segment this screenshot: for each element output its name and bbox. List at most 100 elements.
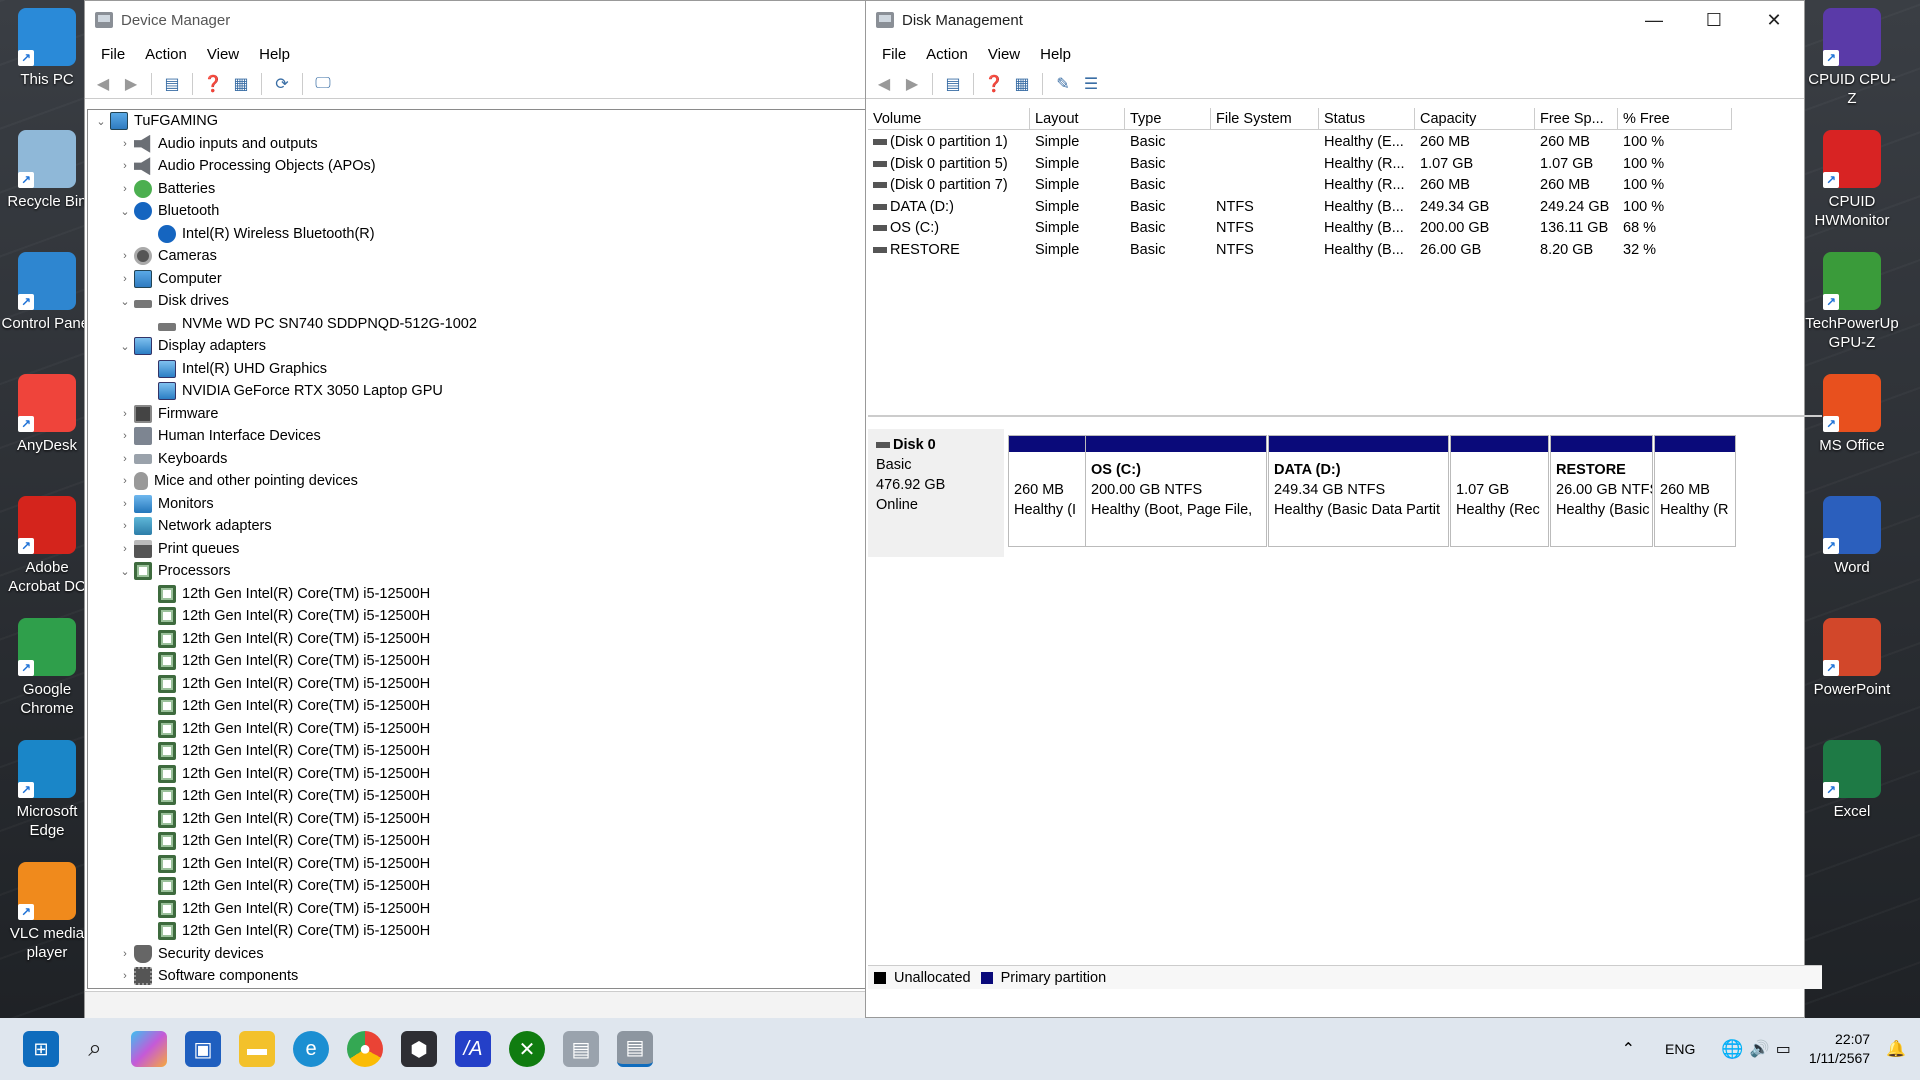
tree-category[interactable]: › Mice and other pointing devices [88, 470, 949, 493]
properties-icon[interactable]: ▦ [229, 73, 253, 95]
forward-arrow-icon[interactable]: ▶ [119, 73, 143, 95]
tree-device[interactable]: 12th Gen Intel(R) Core(TM) i5-12500H [88, 785, 949, 808]
tree-device[interactable]: 12th Gen Intel(R) Core(TM) i5-12500H [88, 605, 949, 628]
left-adobe-acrobat-dc[interactable]: ↗ Adobe Acrobat DC [0, 496, 94, 596]
dm-menu-help[interactable]: Help [1030, 46, 1081, 63]
file-explorer-icon[interactable]: ▬ [239, 1031, 275, 1067]
tree-device[interactable]: 12th Gen Intel(R) Core(TM) i5-12500H [88, 898, 949, 921]
tree-device[interactable]: 12th Gen Intel(R) Core(TM) i5-12500H [88, 583, 949, 606]
tree-category[interactable]: › Print queues [88, 538, 949, 561]
right-techpowerup-gpu-z[interactable]: ↗ TechPowerUp GPU-Z [1805, 252, 1899, 352]
scan-hardware-icon[interactable]: 🖵 [311, 73, 335, 95]
volume-icon[interactable]: 🔊 [1750, 1039, 1770, 1059]
copilot-icon[interactable] [131, 1031, 167, 1067]
volume-row[interactable]: (Disk 0 partition 7) Simple Basic Healthy (… [868, 175, 1732, 196]
col-volume[interactable]: Volume [868, 108, 1030, 129]
tree-category[interactable]: › Firmware [88, 403, 949, 426]
globe-icon[interactable]: 🌐 [1721, 1039, 1743, 1060]
left-control-panel[interactable]: ↗ Control Panel [0, 252, 94, 333]
volume-row[interactable]: RESTORE Simple Basic NTFS Healthy (B... 26.00… [868, 240, 1732, 261]
chevron-down-icon[interactable]: ⌄ [116, 565, 134, 578]
chevron-down-icon[interactable]: ⌄ [92, 115, 110, 128]
tree-category[interactable]: ⌄ Display adapters [88, 335, 949, 358]
tree-category[interactable]: › Audio Processing Objects (APOs) [88, 155, 949, 178]
tree-device[interactable]: 12th Gen Intel(R) Core(TM) i5-12500H [88, 920, 949, 943]
help-icon[interactable]: ❓ [201, 73, 225, 95]
menu-file[interactable]: File [91, 46, 135, 63]
partition-block[interactable]: 260 MB Healthy (I [1008, 435, 1086, 547]
col-type[interactable]: Type [1125, 108, 1211, 129]
partition-block[interactable]: 260 MB Healthy (R [1654, 435, 1736, 547]
dm-help-icon[interactable]: ❓ [982, 73, 1006, 95]
chevron-right-icon[interactable]: › [116, 160, 134, 172]
minimize-icon[interactable]: — [1624, 1, 1684, 39]
tree-category[interactable]: ⌄ Processors [88, 560, 949, 583]
menu-view[interactable]: View [197, 46, 249, 63]
right-cpuid-hwmonitor[interactable]: ↗ CPUID HWMonitor [1805, 130, 1899, 230]
disk-0-label[interactable]: Disk 0 Basic 476.92 GB Online [868, 429, 1004, 557]
col-percent-free[interactable]: % Free [1618, 108, 1732, 129]
chevron-right-icon[interactable]: › [116, 273, 134, 285]
tree-category[interactable]: › Network adapters [88, 515, 949, 538]
tree-device[interactable]: 12th Gen Intel(R) Core(TM) i5-12500H [88, 808, 949, 831]
volume-row[interactable]: (Disk 0 partition 1) Simple Basic Healthy (… [868, 132, 1732, 153]
tree-device[interactable]: NVIDIA GeForce RTX 3050 Laptop GPU [88, 380, 949, 403]
volume-row[interactable]: (Disk 0 partition 5) Simple Basic Healthy (… [868, 154, 1732, 175]
tree-category[interactable]: ⌄ Disk drives [88, 290, 949, 313]
left-google-chrome[interactable]: ↗ Google Chrome [0, 618, 94, 718]
notification-bell-icon[interactable]: 🔔 [1886, 1039, 1906, 1059]
start-button[interactable]: ⊞ [23, 1031, 59, 1067]
col-layout[interactable]: Layout [1030, 108, 1125, 129]
chevron-right-icon[interactable]: › [116, 520, 134, 532]
dm-console-tree-icon[interactable]: ▤ [941, 73, 965, 95]
device-manager-titlebar[interactable]: Device Manager [85, 1, 865, 39]
tree-device[interactable]: 12th Gen Intel(R) Core(TM) i5-12500H [88, 740, 949, 763]
dark-app-icon[interactable]: ⬢ [401, 1031, 437, 1067]
partition-block[interactable]: DATA (D:) 249.34 GB NTFS Healthy (Basic Da… [1268, 435, 1449, 547]
dm-connect-icon[interactable]: ✎ [1051, 73, 1075, 95]
xbox-icon[interactable]: ✕ [509, 1031, 545, 1067]
right-powerpoint[interactable]: ↗ PowerPoint [1805, 618, 1899, 699]
update-driver-icon[interactable]: ⟳ [270, 73, 294, 95]
partition-block[interactable]: 1.07 GB Healthy (Rec [1450, 435, 1549, 547]
chevron-right-icon[interactable]: › [116, 430, 134, 442]
chevron-right-icon[interactable]: › [116, 408, 134, 420]
console-tree-icon[interactable]: ▤ [160, 73, 184, 95]
dm-forward-arrow-icon[interactable]: ▶ [900, 73, 924, 95]
tree-device[interactable]: 12th Gen Intel(R) Core(TM) i5-12500H [88, 718, 949, 741]
partition-block[interactable]: OS (C:) 200.00 GB NTFS Healthy (Boot, Page… [1085, 435, 1267, 547]
col-file-system[interactable]: File System [1211, 108, 1319, 129]
maximize-icon[interactable]: ☐ [1684, 1, 1744, 39]
dm-menu-action[interactable]: Action [916, 46, 978, 63]
tree-category[interactable]: ⌄ Bluetooth [88, 200, 949, 223]
tree-category[interactable]: › Audio inputs and outputs [88, 133, 949, 156]
right-excel[interactable]: ↗ Excel [1805, 740, 1899, 821]
disk-management-titlebar[interactable]: Disk Management — ☐ ✕ [866, 1, 1804, 39]
chevron-right-icon[interactable]: › [116, 183, 134, 195]
right-cpuid-cpu-z[interactable]: ↗ CPUID CPU-Z [1805, 8, 1899, 108]
tree-device[interactable]: Intel(R) Wireless Bluetooth(R) [88, 223, 949, 246]
volume-row[interactable]: DATA (D:) Simple Basic NTFS Healthy (B... 249… [868, 197, 1732, 218]
search-icon[interactable]: ⌕ [77, 1031, 113, 1067]
volume-row[interactable]: OS (C:) Simple Basic NTFS Healthy (B... 200.0… [868, 218, 1732, 239]
tree-device[interactable]: 12th Gen Intel(R) Core(TM) i5-12500H [88, 673, 949, 696]
col-free-space[interactable]: Free Sp... [1535, 108, 1618, 129]
chevron-right-icon[interactable]: › [116, 948, 134, 960]
tree-root[interactable]: ⌄ TuFGAMING [88, 110, 949, 133]
left-this-pc[interactable]: ↗ This PC [0, 8, 94, 89]
chrome-icon[interactable]: ● [347, 1031, 383, 1067]
chevron-right-icon[interactable]: › [116, 498, 134, 510]
clock[interactable]: 22:07 1/11/2567 [1809, 1030, 1870, 1068]
tree-device[interactable]: 12th Gen Intel(R) Core(TM) i5-12500H [88, 650, 949, 673]
disk-management-taskbar-icon[interactable]: ▤ [617, 1031, 653, 1067]
tree-device[interactable]: 12th Gen Intel(R) Core(TM) i5-12500H [88, 628, 949, 651]
left-anydesk[interactable]: ↗ AnyDesk [0, 374, 94, 455]
chevron-right-icon[interactable]: › [116, 250, 134, 262]
dm-properties-icon[interactable]: ▦ [1010, 73, 1034, 95]
language-indicator[interactable]: ENG [1665, 1041, 1695, 1057]
left-microsoft-edge[interactable]: ↗ Microsoft Edge [0, 740, 94, 840]
tree-category[interactable]: › Computer [88, 268, 949, 291]
partition-block[interactable]: RESTORE 26.00 GB NTFS Healthy (Basic Data [1550, 435, 1653, 547]
menu-help[interactable]: Help [249, 46, 300, 63]
tree-category[interactable]: › Human Interface Devices [88, 425, 949, 448]
